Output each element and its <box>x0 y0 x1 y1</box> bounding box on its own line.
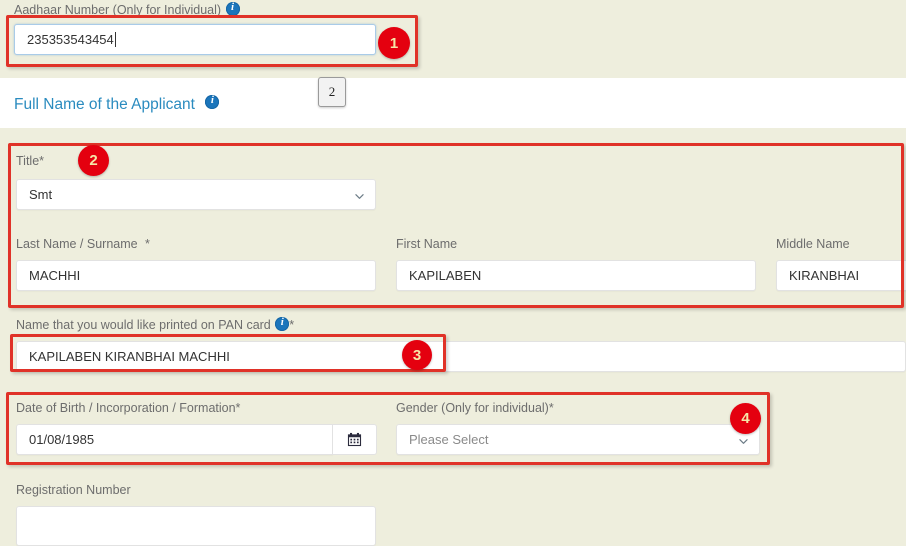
info-icon[interactable] <box>275 316 290 331</box>
registration-number-label-text: Registration Number <box>16 483 131 497</box>
required-marker: * <box>289 318 295 332</box>
pan-name-label: Name that you would like printed on PAN … <box>16 316 294 334</box>
gender-select-value: Please Select <box>409 432 489 447</box>
title-select[interactable]: Smt <box>16 179 376 210</box>
annotation-badge-3: 3 <box>402 340 432 370</box>
section-title: Full Name of the Applicant <box>14 96 195 113</box>
dob-input-group: 01/08/1985 <box>16 424 377 455</box>
annotation-badge-4: 4 <box>730 403 761 434</box>
aadhaar-input[interactable]: 235353543454 <box>14 24 376 55</box>
dob-input-value: 01/08/1985 <box>29 432 95 447</box>
gender-label-text: Gender (Only for individual) <box>396 401 549 415</box>
pan-name-input[interactable]: KAPILABEN KIRANBHAI MACHHI <box>16 341 906 372</box>
chevron-down-icon <box>355 193 364 199</box>
required-marker: * <box>145 237 150 251</box>
pan-name-label-text: Name that you would like printed on PAN … <box>16 318 271 332</box>
chevron-down-icon <box>739 438 748 444</box>
text-cursor <box>114 32 116 47</box>
required-marker: * <box>548 401 554 415</box>
first-name-input[interactable]: KAPILABEN <box>396 260 756 291</box>
middle-name-input-value: KIRANBHAI <box>789 268 860 283</box>
annotation-badge-1: 1 <box>378 27 410 59</box>
gender-label: Gender (Only for individual)* <box>396 399 554 417</box>
pan-name-input-value: KAPILABEN KIRANBHAI MACHHI <box>29 349 230 364</box>
title-select-value: Smt <box>29 187 53 202</box>
registration-number-input[interactable] <box>16 506 376 546</box>
aadhaar-input-value: 235353543454 <box>27 32 114 47</box>
annotation-badge-2: 2 <box>78 145 109 176</box>
dob-input[interactable]: 01/08/1985 <box>16 424 333 455</box>
middle-name-label-text: Middle Name <box>776 237 850 251</box>
dob-label-text: Date of Birth / Incorporation / Formatio… <box>16 401 236 415</box>
required-marker: * <box>39 154 45 168</box>
title-label-text: Title <box>16 154 40 168</box>
gender-select[interactable]: Please Select <box>396 424 760 455</box>
required-marker: * <box>235 401 241 415</box>
calendar-button[interactable] <box>333 424 377 455</box>
step-indicator-box[interactable]: 2 <box>318 77 346 107</box>
first-name-input-value: KAPILABEN <box>409 268 482 283</box>
section-header-band: Full Name of the Applicant <box>0 78 906 128</box>
aadhaar-label: Aadhaar Number (Only for Individual) <box>14 1 240 19</box>
registration-number-label: Registration Number <box>16 481 131 499</box>
middle-name-input[interactable]: KIRANBHAI <box>776 260 906 291</box>
last-name-input-value: MACHHI <box>29 268 81 283</box>
calendar-icon <box>347 432 362 447</box>
info-icon[interactable] <box>205 94 220 109</box>
last-name-input[interactable]: MACHHI <box>16 260 376 291</box>
first-name-label: First Name <box>396 235 457 253</box>
middle-name-label: Middle Name <box>776 235 850 253</box>
info-icon[interactable] <box>225 1 240 16</box>
dob-label: Date of Birth / Incorporation / Formatio… <box>16 399 240 417</box>
last-name-label: Last Name / Surname * <box>16 235 150 253</box>
aadhaar-label-text: Aadhaar Number (Only for Individual) <box>14 3 222 17</box>
last-name-label-text: Last Name / Surname <box>16 237 138 251</box>
first-name-label-text: First Name <box>396 237 458 251</box>
pan-application-form: Aadhaar Number (Only for Individual) 235… <box>0 0 906 546</box>
title-field-label: Title* <box>16 152 44 170</box>
